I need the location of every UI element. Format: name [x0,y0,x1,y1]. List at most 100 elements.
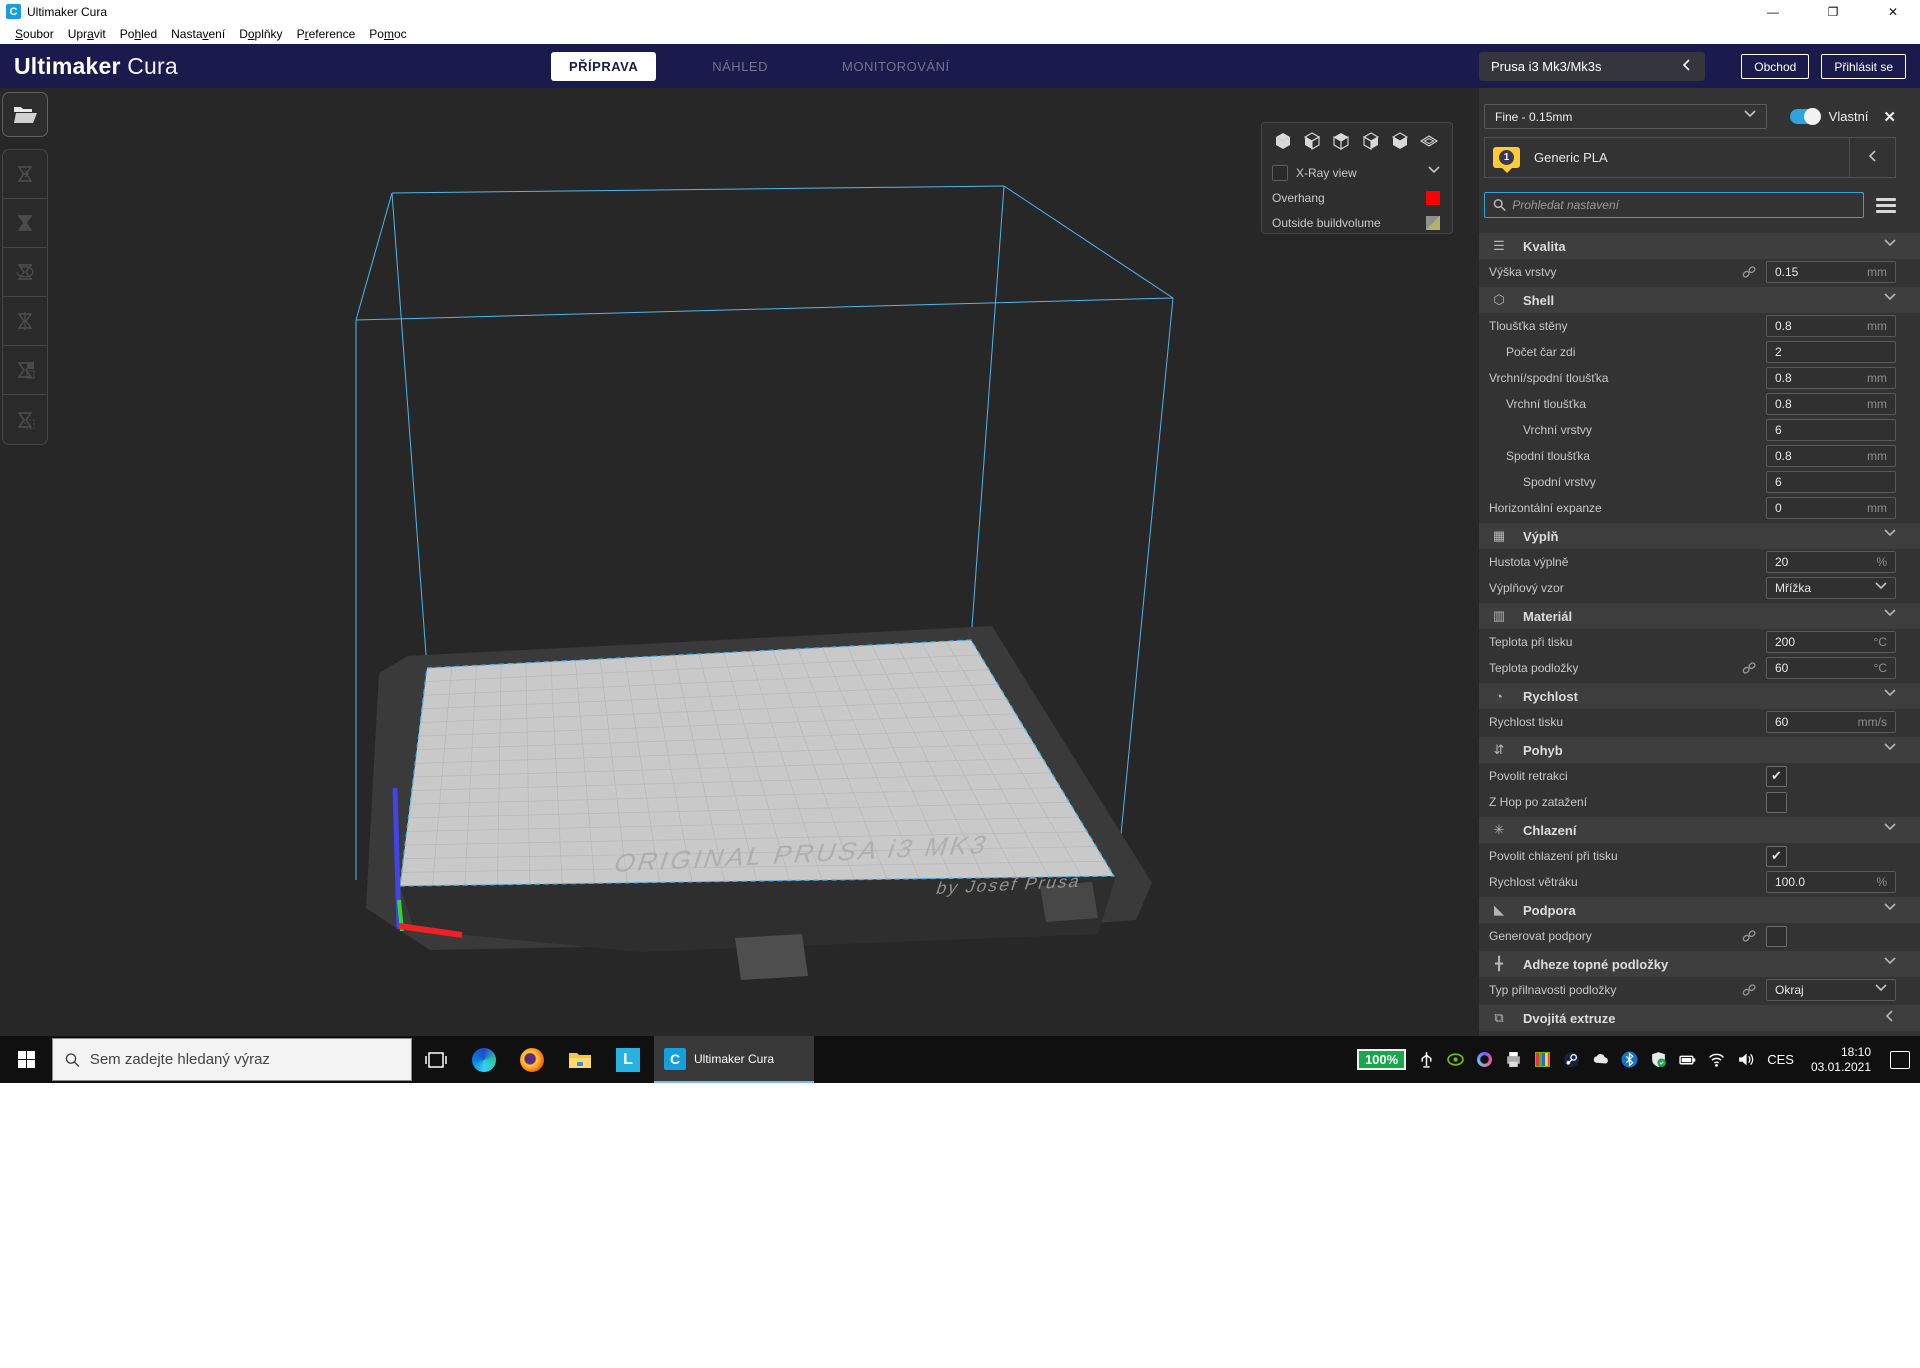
language-indicator[interactable]: CES [1767,1052,1794,1067]
taskbar-item-task-view[interactable] [412,1036,460,1083]
printer-tray-icon[interactable] [1504,1051,1522,1069]
per-model-settings-tool-button[interactable] [3,346,47,395]
setting-input[interactable]: 6 [1766,419,1896,441]
steam-tray-icon[interactable] [1562,1051,1580,1069]
menu-preference[interactable]: Preference [290,25,363,43]
close-panel-icon[interactable]: ✕ [1883,108,1896,126]
checkbox-unchecked[interactable] [1766,926,1787,947]
menu-doplňky[interactable]: Doplňky [232,25,289,43]
mirror-tool-button[interactable] [3,297,47,346]
setting-input[interactable]: 0.8mm [1766,367,1896,389]
setting-input[interactable]: 0.8mm [1766,393,1896,415]
view-3d-icon[interactable] [1272,130,1294,157]
setting-row-po-et-ar-zdi: Počet čar zdi2 [1479,339,1920,365]
settings-menu-icon[interactable] [1876,198,1896,213]
xray-view-row[interactable]: X-Ray view [1272,160,1440,185]
taskbar-search-input[interactable] [90,1051,399,1068]
notifications-icon[interactable] [1890,1051,1910,1069]
setting-input[interactable]: 0.8mm [1766,445,1896,467]
onedrive-tray-icon[interactable] [1591,1051,1609,1069]
taskbar-item-explorer[interactable] [556,1036,604,1083]
extruder-material-selector[interactable]: 1 Generic PLA [1484,137,1896,178]
profile-dropdown[interactable]: Fine - 0.15mm [1484,104,1767,129]
scale-tool-button[interactable] [3,199,47,248]
section-header-kvalita[interactable]: ☰ Kvalita [1479,233,1920,259]
setting-input[interactable]: 2 [1766,341,1896,363]
tab-náhled[interactable]: NÁHLED [694,52,786,81]
checkbox-checked[interactable]: ✔ [1766,766,1787,787]
chevron-down-icon[interactable] [1428,165,1440,180]
menu-soubor[interactable]: Soubor [8,25,61,43]
section-header-rychlost[interactable]: ◔ Rychlost [1479,683,1920,709]
bluetooth-tray-icon[interactable] [1620,1051,1638,1069]
taskbar-item-edge[interactable] [460,1036,508,1083]
tab-příprava[interactable]: PŘÍPRAVA [551,52,656,81]
setting-input[interactable]: 0.8mm [1766,315,1896,337]
taskbar-item-libreoffice[interactable]: L [604,1036,652,1083]
shell-icon: ⬡ [1489,292,1509,308]
checkbox-unchecked[interactable] [1766,792,1787,813]
minimize-icon[interactable]: — [1762,5,1784,19]
open-file-button[interactable] [2,92,48,137]
setting-input[interactable]: 0.15mm [1766,261,1896,283]
menu-nastavení[interactable]: Nastavení [164,25,232,43]
security-tray-icon[interactable] [1649,1051,1667,1069]
section-header-dvojit-extruze[interactable]: ⧉ Dvojitá extruze [1479,1005,1920,1031]
menu-pohled[interactable]: Pohled [113,25,164,43]
section-header-adheze-topn-podlo-ky[interactable]: ╋ Adheze topné podložky [1479,951,1920,977]
start-button[interactable] [0,1036,52,1083]
taskbar-search[interactable] [52,1038,412,1081]
material-name: Generic PLA [1534,150,1608,165]
section-header-v-pl-[interactable]: ▦ Výplň [1479,523,1920,549]
section-header-materi-l[interactable]: ▥ Materiál [1479,603,1920,629]
wifi-tray-icon[interactable] [1707,1051,1725,1069]
clock[interactable]: 18:10 03.01.2021 [1811,1045,1871,1075]
taskbar-item-firefox[interactable] [508,1036,556,1083]
section-header-podpora[interactable]: ◣ Podpora [1479,897,1920,923]
setting-input[interactable]: 20% [1766,551,1896,573]
sign-in-button[interactable]: Přihlásit se [1821,54,1906,79]
view-bottom-icon[interactable] [1418,130,1440,157]
checkbox-checked[interactable]: ✔ [1766,846,1787,867]
battery-percent-indicator[interactable]: 100% [1357,1049,1406,1070]
close-icon[interactable]: ✕ [1882,5,1904,19]
setting-dropdown[interactable]: Okraj [1766,979,1896,1001]
support-blocker-tool-button[interactable] [3,395,47,444]
setting-input[interactable]: 0mm [1766,497,1896,519]
setting-dropdown[interactable]: Mřížka [1766,577,1896,599]
view-right-icon[interactable] [1389,130,1411,157]
collapse-material-button[interactable] [1849,138,1895,177]
move-tool-button[interactable] [3,150,47,199]
settings-search[interactable] [1484,192,1864,218]
taskbar-item-cura[interactable]: C Ultimaker Cura [654,1036,814,1083]
led-grid-tray-icon[interactable] [1533,1051,1551,1069]
setting-input[interactable]: 200°C [1766,631,1896,653]
rotate-tool-button[interactable] [3,248,47,297]
view-left-icon[interactable] [1360,130,1382,157]
setting-input[interactable]: 60mm/s [1766,711,1896,733]
tab-monitorování[interactable]: MONITOROVÁNÍ [824,52,968,81]
setting-row-tlou-ka-st-ny: Tloušťka stěny0.8mm [1479,313,1920,339]
section-header-pohyb[interactable]: ⇵ Pohyb [1479,737,1920,763]
volume-tray-icon[interactable] [1736,1051,1754,1069]
ring-tray-icon[interactable] [1475,1051,1493,1069]
xray-checkbox[interactable] [1272,165,1288,181]
custom-settings-toggle[interactable] [1790,109,1820,124]
setting-row-povolit-retrakci: Povolit retrakci✔ [1479,763,1920,789]
marketplace-button[interactable]: Obchod [1741,54,1809,79]
view-top-icon[interactable] [1330,130,1352,157]
printer-selector[interactable]: Prusa i3 Mk3/Mk3s [1479,52,1705,81]
battery-tray-icon[interactable] [1678,1051,1696,1069]
restore-icon[interactable]: ❐ [1822,5,1844,19]
usb-plug-tray-icon[interactable] [1417,1051,1435,1069]
section-header-chlazen-[interactable]: ✳ Chlazení [1479,817,1920,843]
section-header-shell[interactable]: ⬡ Shell [1479,287,1920,313]
settings-search-input[interactable] [1512,198,1855,212]
setting-input[interactable]: 6 [1766,471,1896,493]
setting-input[interactable]: 60°C [1766,657,1896,679]
menu-upravit[interactable]: Upravit [61,25,113,43]
menu-pomoc[interactable]: Pomoc [362,25,413,43]
nvidia-tray-icon[interactable] [1446,1051,1464,1069]
setting-input[interactable]: 100.0% [1766,871,1896,893]
view-front-icon[interactable] [1301,130,1323,157]
